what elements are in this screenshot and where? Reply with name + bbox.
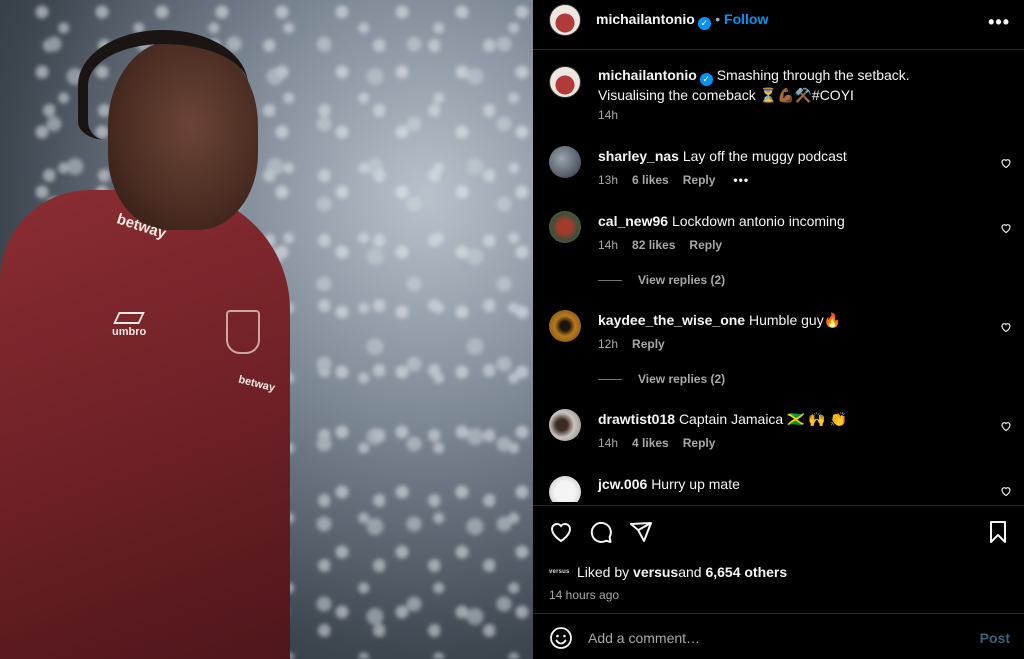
comment-input-bar: Add a comment… Post [533, 613, 1024, 659]
likes-middle: and [678, 564, 702, 580]
comment-meta: 14h 82 likes Reply [598, 238, 722, 252]
comment-likes[interactable]: 6 likes [632, 173, 669, 187]
like-comment-heart-icon[interactable] [1000, 485, 1012, 497]
commenter-avatar[interactable] [549, 211, 581, 243]
reply-button[interactable]: Reply [683, 436, 716, 450]
commenter-avatar[interactable] [549, 146, 581, 178]
view-replies-button[interactable]: View replies (2) [598, 273, 725, 287]
more-options-icon[interactable]: ••• [988, 12, 1010, 33]
comment-text: Lay off the muggy podcast [682, 148, 847, 164]
commenter-username[interactable]: sharley_nas [598, 148, 679, 164]
comment-text-block: kaydee_the_wise_one Humble guy🔥 [598, 311, 980, 329]
commenter-avatar[interactable] [549, 310, 581, 342]
jacket-maker-logo: umbro [112, 312, 146, 338]
jacket-maker-label: umbro [112, 326, 147, 338]
comment-text-block: drawtist018 Captain Jamaica 🇯🇲 🙌 👏 [598, 410, 980, 428]
separator-dot: • [715, 11, 725, 27]
post-timestamp: 14 hours ago [549, 588, 620, 602]
club-crest [226, 310, 260, 354]
likes-summary[interactable]: versus Liked by versus and 6,654 others [549, 564, 787, 580]
author-username[interactable]: michailantonio [596, 11, 695, 27]
reply-button[interactable]: Reply [689, 238, 722, 252]
commenter-avatar[interactable] [549, 409, 581, 441]
view-replies-label: View replies (2) [638, 273, 726, 287]
comment-text: Humble guy🔥 [748, 312, 842, 328]
header-user-line: michailantonio ✓ • Follow [596, 11, 768, 30]
comment-time: 14h [598, 436, 619, 450]
like-comment-heart-icon[interactable] [1000, 420, 1012, 432]
like-comment-heart-icon[interactable] [1000, 157, 1012, 169]
save-bookmark-icon[interactable] [986, 520, 1010, 544]
follow-button[interactable]: Follow [724, 11, 768, 27]
post-actions: versus Liked by versus and 6,654 others … [533, 505, 1024, 613]
comment-row: jcw.006 Hurry up mate [533, 474, 1024, 502]
comment-text-block: cal_new96 Lockdown antonio incoming [598, 212, 980, 230]
player-hair [78, 30, 248, 140]
reply-button[interactable]: Reply [632, 337, 665, 351]
comment-text: Captain Jamaica 🇯🇲 🙌 👏 [678, 411, 848, 427]
caption-avatar[interactable] [549, 66, 581, 98]
post-side-panel: michailantonio ✓ • Follow ••• michailanto… [533, 0, 1024, 659]
share-send-icon[interactable] [629, 520, 653, 544]
verified-badge-icon: ✓ [699, 73, 713, 86]
view-replies-button[interactable]: View replies (2) [598, 372, 725, 386]
verified-badge-icon: ✓ [697, 17, 711, 30]
post-photo[interactable]: betway umbro betway [0, 0, 533, 659]
comment-time: 12h [598, 337, 619, 351]
liker-username[interactable]: versus [633, 564, 678, 580]
caption-text-block: michailantonio ✓ Smashing through the set… [598, 66, 980, 104]
umbro-diamond-icon [113, 312, 145, 324]
commenter-username[interactable]: jcw.006 [598, 476, 647, 492]
view-replies-label: View replies (2) [638, 372, 726, 386]
like-post-heart-icon[interactable] [549, 520, 573, 544]
commenter-username[interactable]: drawtist018 [598, 411, 675, 427]
comment-text: Lockdown antonio incoming [671, 213, 845, 229]
caption-username[interactable]: michailantonio [598, 67, 697, 83]
like-comment-heart-icon[interactable] [1000, 222, 1012, 234]
commenter-username[interactable]: kaydee_the_wise_one [598, 312, 745, 328]
commenter-username[interactable]: cal_new96 [598, 213, 668, 229]
comment-likes[interactable]: 82 likes [632, 238, 675, 252]
author-avatar[interactable] [549, 4, 581, 36]
view-replies-line [598, 378, 622, 380]
comment-text-block: sharley_nas Lay off the muggy podcast [598, 147, 980, 165]
liker-avatar: versus [549, 569, 570, 575]
commenter-avatar[interactable] [549, 476, 581, 502]
post-comment-button[interactable]: Post [980, 630, 1010, 646]
view-replies-line [598, 279, 622, 281]
emoji-icon[interactable] [549, 626, 573, 650]
caption-time: 14h [598, 108, 619, 122]
reply-button[interactable]: Reply [683, 173, 716, 187]
comment-likes[interactable]: 4 likes [632, 436, 669, 450]
comment-meta: 14h 4 likes Reply [598, 436, 715, 450]
comment-meta: 13h 6 likes Reply ••• [598, 173, 749, 187]
comment-bubble-icon[interactable] [589, 520, 613, 544]
comment-text: Hurry up mate [651, 476, 740, 492]
comment-meta: 12h Reply [598, 337, 665, 351]
comment-text-block: jcw.006 Hurry up mate [598, 475, 980, 493]
comment-time: 13h [598, 173, 619, 187]
likes-prefix: Liked by [577, 564, 630, 580]
likes-count[interactable]: 6,654 others [705, 564, 787, 580]
caption-meta: 14h [598, 108, 618, 122]
comment-time: 14h [598, 238, 619, 252]
post-header: michailantonio ✓ • Follow ••• [533, 0, 1024, 50]
like-comment-heart-icon[interactable] [1000, 321, 1012, 333]
player-jacket [0, 190, 290, 659]
comment-input[interactable]: Add a comment… [588, 630, 700, 646]
comment-more-icon[interactable]: ••• [733, 173, 749, 187]
